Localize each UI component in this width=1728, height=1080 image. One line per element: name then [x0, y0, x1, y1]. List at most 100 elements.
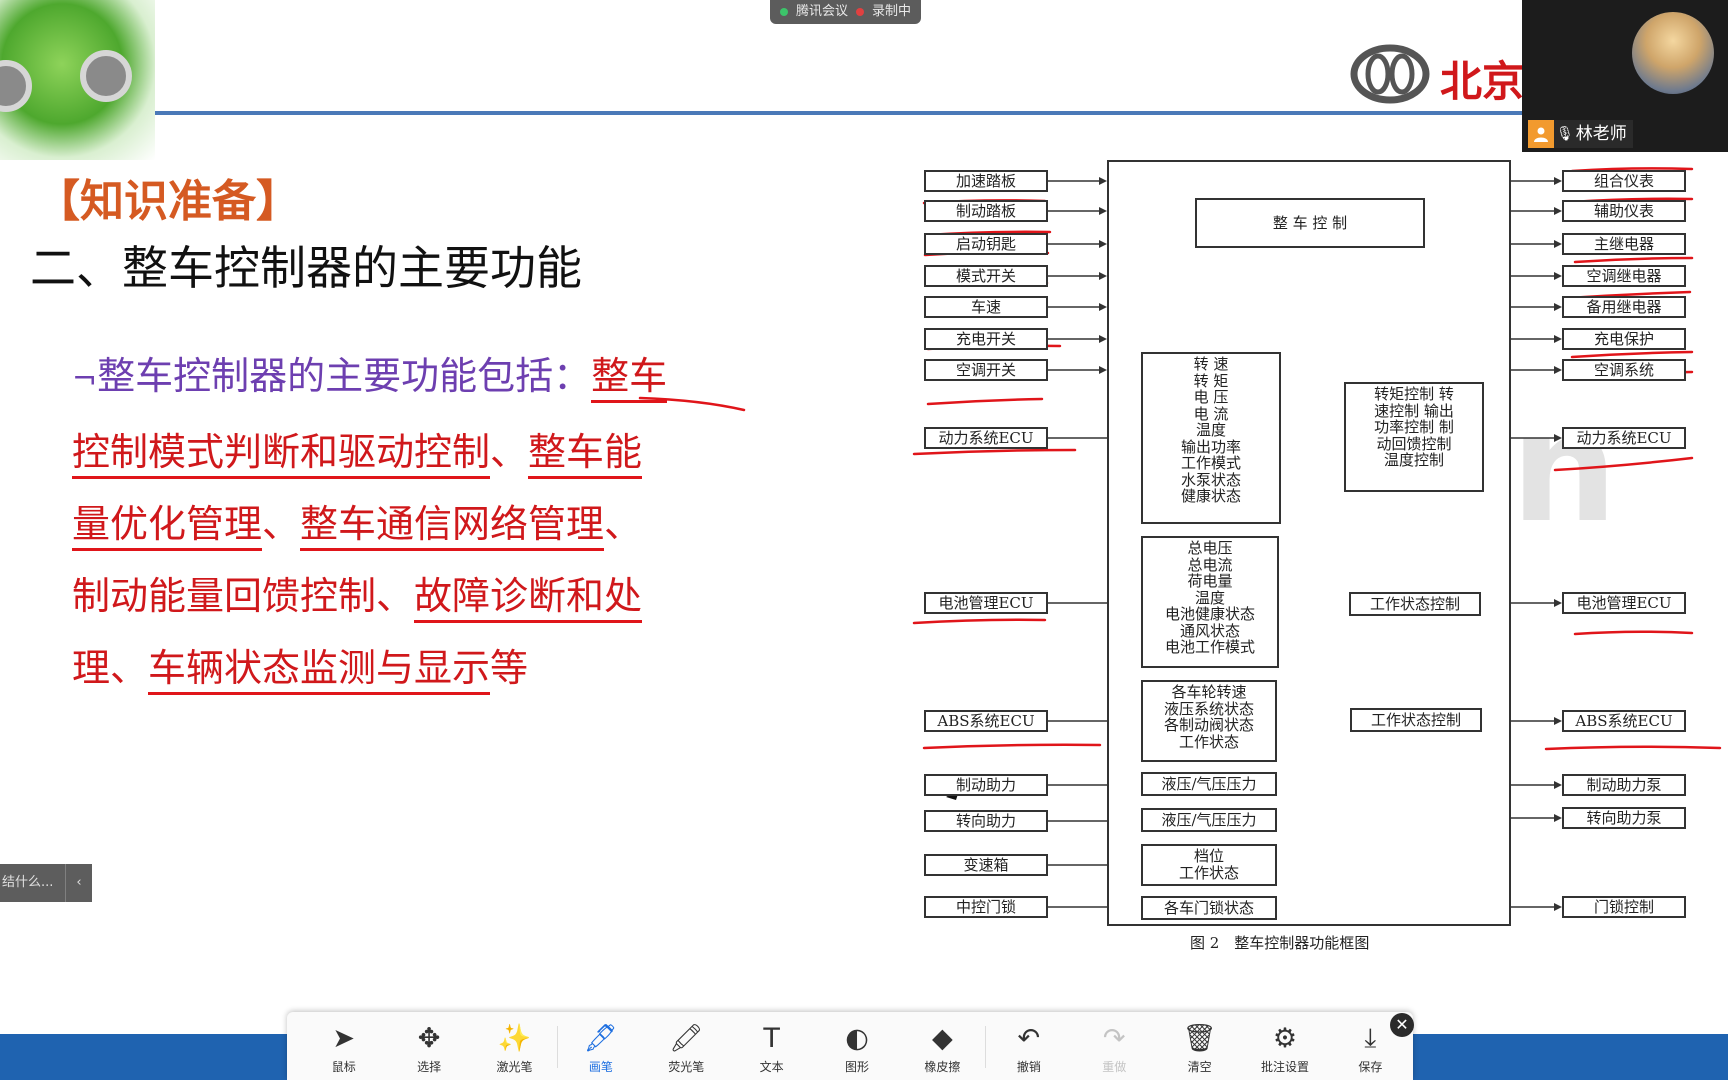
output-box-9: ABS系统ECU	[1562, 710, 1686, 732]
output-box-3: 空调继电器	[1562, 265, 1686, 287]
tool-eraser[interactable]: ◆ 橡皮擦	[900, 1012, 985, 1080]
arrow-head	[1099, 272, 1107, 280]
arrow-head	[1554, 717, 1562, 725]
input-box-7: 动力系统ECU	[924, 427, 1048, 449]
shape-icon: ◐	[845, 1023, 869, 1054]
annotate-settings-icon: ⚙	[1272, 1023, 1298, 1054]
input-box-1: 制动踏板	[924, 200, 1048, 222]
tool-label: 批注设置	[1260, 1060, 1309, 1074]
tool-pen[interactable]: 🖋 画笔	[558, 1012, 643, 1080]
output-box-8: 电池管理ECU	[1562, 592, 1686, 614]
status-block-5-line: 档位	[1193, 847, 1224, 865]
tool-trash[interactable]: 🗑 清空	[1157, 1012, 1242, 1080]
chevron-left-icon[interactable]: ‹	[65, 864, 92, 902]
arrow-head	[1554, 366, 1562, 374]
status-block-2: 各车轮转速 液压系统状态 各制动阀状态 工作状态	[1141, 680, 1277, 762]
red-underline-right	[1573, 630, 1694, 636]
tool-label: 文本	[759, 1060, 784, 1074]
status-block-2-line: 液压系统状态	[1163, 699, 1254, 718]
output-box-4: 备用继电器	[1562, 296, 1686, 318]
trash-icon: 🗑	[1182, 1023, 1217, 1054]
tool-cursor[interactable]: ➤ 鼠标	[301, 1012, 386, 1080]
status-block-4: 液压/气压压力	[1141, 808, 1277, 832]
arrow-head	[1554, 814, 1562, 822]
arrow-head	[1554, 903, 1562, 911]
arrow-head	[1554, 335, 1562, 343]
input-box-10: 制动助力	[924, 774, 1048, 796]
status-block-0-line: 健康状态	[1180, 487, 1241, 505]
red-underline-left	[912, 448, 1077, 456]
status-block-1-line: 总电压	[1187, 539, 1233, 557]
status-block-1-line: 总电流	[1187, 555, 1233, 574]
red-underline-right	[1544, 745, 1722, 751]
red-underline-left	[912, 618, 1047, 625]
control-block-0: 转矩控制 转速控制 输出 功率控制 制动回馈控制 温度控制	[1344, 382, 1484, 492]
text-icon: T	[763, 1023, 780, 1054]
diagram-caption: 图 2 整车控制器功能框图	[1190, 934, 1370, 952]
tool-undo[interactable]: ↶ 撤销	[986, 1012, 1071, 1080]
input-box-5: 充电开关	[924, 328, 1048, 350]
output-box-6: 空调系统	[1562, 359, 1686, 381]
move-icon: ✥	[417, 1023, 441, 1054]
arrow-head	[1099, 303, 1107, 311]
tool-shape[interactable]: ◐ 图形	[814, 1012, 899, 1080]
control-block-0-line: 温度控制	[1383, 451, 1444, 469]
redo-icon: ↷	[1102, 1023, 1126, 1054]
arrow-head	[1099, 335, 1107, 343]
status-block-0-line: 水泵状态	[1180, 470, 1241, 489]
status-block-5: 档位 工作状态	[1141, 844, 1277, 886]
status-block-1-line: 通风状态	[1179, 621, 1240, 640]
status-block-1-line: 温度	[1194, 588, 1225, 607]
status-block-3: 液压/气压压力	[1141, 772, 1277, 796]
red-underline-para	[638, 396, 746, 412]
tool-label: 清空	[1187, 1060, 1212, 1074]
status-block-5-line: 工作状态	[1178, 863, 1239, 882]
output-box-11: 转向助力泵	[1562, 807, 1686, 829]
status-block-2-line: 各制动阀状态	[1163, 716, 1254, 734]
status-block-0-line: 温度	[1195, 421, 1226, 439]
side-panel-toggle[interactable]: 结什么... ‹	[0, 864, 92, 902]
status-block-1: 总电压 总电流 荷电量 温度 电池健康状态 通风状态 电池工作模式	[1141, 536, 1279, 668]
red-underline-right	[1573, 256, 1694, 264]
status-block-2-line: 工作状态	[1178, 732, 1239, 751]
output-box-10: 制动助力泵	[1562, 774, 1686, 796]
arrow-head	[1554, 272, 1562, 280]
arrow-head	[1099, 240, 1107, 248]
arrow-head	[1099, 366, 1107, 374]
side-panel-text: 结什么...	[2, 875, 54, 890]
eraser-icon: ◆	[932, 1023, 953, 1054]
undo-icon: ↶	[1017, 1023, 1041, 1054]
input-box-4: 车速	[924, 296, 1048, 318]
control-block-0-line: 功率控制 制	[1374, 418, 1454, 436]
tool-annotate-settings[interactable]: ⚙ 批注设置	[1242, 1012, 1327, 1080]
tool-label: 画笔	[588, 1060, 613, 1074]
input-box-8: 电池管理ECU	[924, 592, 1048, 614]
tool-label: 激光笔	[496, 1060, 533, 1074]
tool-move[interactable]: ✥ 选择	[386, 1012, 471, 1080]
tool-highlighter[interactable]: 🖍 荧光笔	[644, 1012, 729, 1080]
status-block-0-line: 输出功率	[1180, 437, 1241, 456]
control-block-0-line: 动回馈控制	[1376, 434, 1452, 453]
status-block-0-line: 转 速	[1193, 355, 1229, 373]
pen-icon: 🖋	[583, 1023, 618, 1054]
control-block-2: 工作状态控制	[1350, 708, 1482, 732]
close-toolbar-icon[interactable]: ✕	[1390, 1013, 1414, 1037]
tool-label: 重做	[1102, 1060, 1127, 1074]
tool-label: 保存	[1358, 1060, 1383, 1074]
tool-label: 荧光笔	[668, 1060, 705, 1074]
tool-text[interactable]: T 文本	[729, 1012, 814, 1080]
output-box-2: 主继电器	[1562, 233, 1686, 255]
input-box-3: 模式开关	[924, 265, 1048, 287]
arrow-head	[1554, 207, 1562, 215]
output-box-12: 门锁控制	[1562, 896, 1686, 918]
tool-label: 撤销	[1016, 1060, 1041, 1074]
controller-function-diagram: docin 整 车 控 制加速踏板制动踏板启动钥匙模式开关车速充电开关空调开关动…	[0, 0, 1728, 1000]
tool-laser[interactable]: ✨ 激光笔	[472, 1012, 557, 1080]
center-title-box: 整 车 控 制	[1195, 198, 1425, 248]
input-box-6: 空调开关	[924, 359, 1048, 381]
arrow-head	[1099, 207, 1107, 215]
status-block-0-line: 工作模式	[1180, 454, 1241, 472]
control-block-0-line: 转矩控制 转	[1374, 385, 1454, 403]
status-block-0-line: 电 流	[1193, 404, 1229, 423]
status-block-0-line: 转 矩	[1193, 371, 1229, 390]
